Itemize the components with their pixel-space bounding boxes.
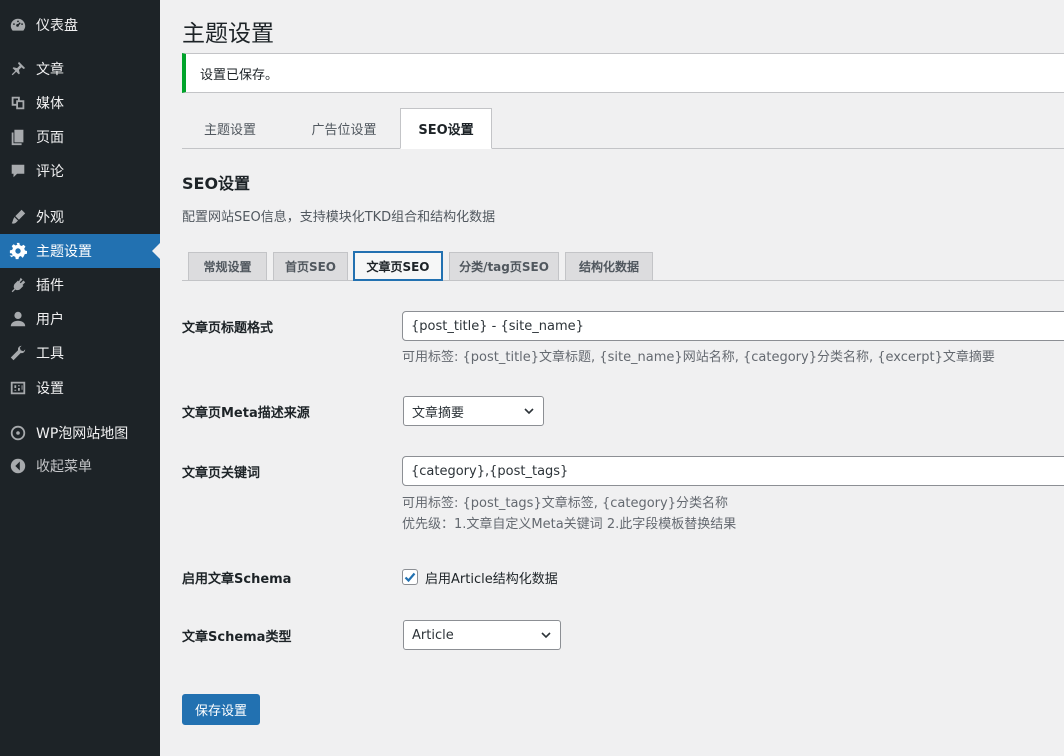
subtab-general[interactable]: 常规设置 <box>188 252 267 280</box>
sidebar-item-tools[interactable]: 工具 <box>0 336 160 370</box>
keywords-hint: 可用标签: {post_tags}文章标签, {category}分类名称 <box>402 496 728 511</box>
media-icon <box>0 94 36 112</box>
tab-theme-settings[interactable]: 主题设置 <box>182 108 278 149</box>
sidebar-item-settings[interactable]: 设置 <box>0 371 160 405</box>
subtab-category-tag-seo[interactable]: 分类/tag页SEO <box>449 252 559 280</box>
keywords-input[interactable] <box>402 456 1064 486</box>
settings-icon <box>0 379 36 397</box>
subtab-structured-data[interactable]: 结构化数据 <box>565 252 653 280</box>
gear-icon <box>0 242 36 260</box>
sidebar-item-users[interactable]: 用户 <box>0 302 160 336</box>
sidebar-item-collapse[interactable]: 收起菜单 <box>0 449 160 483</box>
section-title: SEO设置 <box>182 174 251 193</box>
main-content: 主题设置 设置已保存。 主题设置 广告位设置 SEO设置 SEO设置 配置网站S… <box>160 0 1064 756</box>
user-icon <box>0 310 36 328</box>
sidebar-item-label: 工具 <box>36 346 64 362</box>
sidebar-item-label: 收起菜单 <box>36 459 92 475</box>
sitemap-icon <box>0 424 36 442</box>
plugin-icon <box>0 276 36 294</box>
sidebar-item-label: 文章 <box>36 62 64 78</box>
settings-tabs: 主题设置 广告位设置 SEO设置 <box>182 108 1064 149</box>
sidebar-item-media[interactable]: 媒体 <box>0 86 160 120</box>
sidebar-item-label: 仪表盘 <box>36 18 78 34</box>
schema-enable-label: 启用文章Schema <box>182 572 292 587</box>
sidebar-item-pages[interactable]: 页面 <box>0 120 160 154</box>
sidebar-item-label: 设置 <box>36 381 64 397</box>
sidebar-item-comments[interactable]: 评论 <box>0 154 160 188</box>
sidebar-item-label: 页面 <box>36 130 64 146</box>
sidebar-item-plugins[interactable]: 插件 <box>0 268 160 302</box>
sidebar-item-label: WP泡网站地图 <box>36 426 129 442</box>
checkmark-icon <box>404 572 416 583</box>
comment-icon <box>0 162 36 180</box>
schema-type-label: 文章Schema类型 <box>182 630 292 645</box>
page-icon <box>0 128 36 146</box>
sidebar-item-sitemap[interactable]: WP泡网站地图 <box>0 416 160 450</box>
section-description: 配置网站SEO信息，支持模块化TKD组合和结构化数据 <box>182 210 496 225</box>
wrench-icon <box>0 344 36 362</box>
sidebar-item-label: 主题设置 <box>36 244 92 260</box>
sidebar-item-label: 用户 <box>36 312 64 328</box>
sidebar-item-label: 评论 <box>36 164 64 180</box>
tab-ad-settings[interactable]: 广告位设置 <box>288 108 400 149</box>
meta-source-select[interactable]: 文章摘要 <box>403 396 544 426</box>
sidebar-item-dashboard[interactable]: 仪表盘 <box>0 8 160 42</box>
seo-sub-tabs: 常规设置 首页SEO 文章页SEO 分类/tag页SEO 结构化数据 <box>182 251 1064 281</box>
schema-enable-checkbox[interactable] <box>402 569 418 585</box>
schema-type-select[interactable]: Article <box>403 620 561 650</box>
sidebar-item-label: 媒体 <box>36 96 64 112</box>
title-format-label: 文章页标题格式 <box>182 321 274 336</box>
sidebar-item-appearance[interactable]: 外观 <box>0 200 160 234</box>
tab-seo-settings[interactable]: SEO设置 <box>400 108 492 149</box>
sidebar-item-theme-settings[interactable]: 主题设置 <box>0 234 160 268</box>
sidebar-item-label: 外观 <box>36 210 64 226</box>
notice-text: 设置已保存。 <box>200 67 279 83</box>
chevron-down-icon <box>541 632 551 639</box>
schema-type-value: Article <box>412 627 454 643</box>
meta-source-value: 文章摘要 <box>412 405 465 421</box>
page-title: 主题设置 <box>182 21 274 47</box>
save-button[interactable]: 保存设置 <box>182 694 261 725</box>
title-format-hint: 可用标签: {post_title}文章标题, {site_name}网站名称,… <box>402 350 995 365</box>
pin-icon <box>0 60 36 78</box>
admin-sidebar: 仪表盘 文章 媒体 页面 评论 外观 主题设置 插件 用户 工具 设置 WP泡网… <box>0 0 160 756</box>
brush-icon <box>0 208 36 226</box>
dashboard-icon <box>0 16 36 34</box>
keywords-priority-hint: 优先级：1.文章自定义Meta关键词 2.此字段模板替换结果 <box>402 517 737 532</box>
chevron-down-icon <box>524 408 534 415</box>
subtab-post-seo[interactable]: 文章页SEO <box>353 251 443 281</box>
sidebar-item-posts[interactable]: 文章 <box>0 52 160 86</box>
sidebar-item-label: 插件 <box>36 278 64 294</box>
success-notice: 设置已保存。 <box>182 53 1064 93</box>
schema-enable-checkbox-label[interactable]: 启用Article结构化数据 <box>425 568 558 587</box>
collapse-icon <box>0 457 36 475</box>
meta-source-label: 文章页Meta描述来源 <box>182 406 310 421</box>
keywords-label: 文章页关键词 <box>182 466 261 481</box>
subtab-home-seo[interactable]: 首页SEO <box>273 252 348 280</box>
title-format-input[interactable] <box>402 311 1064 341</box>
